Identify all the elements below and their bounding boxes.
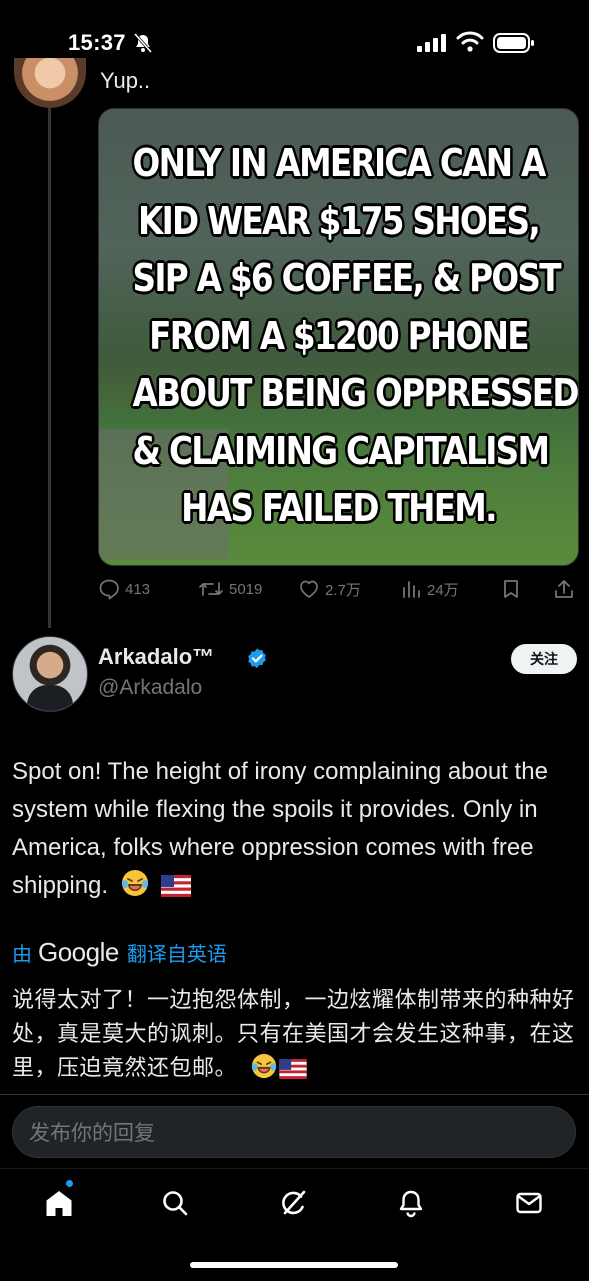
views-icon: [403, 581, 420, 598]
follow-button[interactable]: 关注: [511, 644, 577, 674]
thread-line: [48, 108, 51, 628]
verified-icon: [245, 647, 269, 676]
image-caption: ONLY IN AMERICA CAN A KID WEAR $175 SHOE…: [132, 135, 578, 538]
translation-suffix: 翻译自英语: [126, 941, 227, 966]
reply-input[interactable]: 发布你的回复: [12, 1106, 576, 1158]
tab-notifications[interactable]: [393, 1185, 429, 1221]
laughing-emoji-icon: [121, 869, 149, 909]
wifi-icon: [456, 31, 484, 58]
search-icon: [163, 1191, 188, 1216]
share-button[interactable]: [553, 578, 575, 600]
tab-grok[interactable]: [275, 1185, 311, 1221]
heart-icon: [300, 580, 318, 598]
status-bar: 15:37: [0, 0, 589, 86]
messages-icon: [516, 1192, 542, 1214]
signal-icon: [417, 34, 447, 57]
image-caption-line: ONLY IN AMERICA CAN A: [132, 141, 547, 185]
translated-text: 说得太对了！一边抱怨体制，一边炫耀体制带来的种种好处，真是莫大的讽刺。只有在美国…: [12, 984, 582, 1090]
image-caption-line: & CLAIMING CAPITALISM: [132, 428, 550, 473]
reply-author: Arkadalo™ @Arkadalo 关注: [12, 636, 577, 712]
post-image[interactable]: ONLY IN AMERICA CAN A KID WEAR $175 SHOE…: [98, 108, 579, 566]
avatar[interactable]: [12, 636, 88, 712]
laughing-emoji-icon: [251, 1053, 277, 1090]
bookmark-button[interactable]: [500, 578, 522, 600]
grok-icon: [282, 1190, 306, 1215]
divider: [0, 1094, 589, 1095]
image-caption-line: FROM A $1200 PHONE: [149, 313, 529, 358]
us-flag-icon: [278, 1056, 307, 1090]
post-body: Spot on! The height of irony complaining…: [12, 758, 548, 899]
image-caption-line: HAS FAILED THEM.: [181, 486, 497, 530]
like-count: 2.7万: [325, 581, 361, 599]
tab-search[interactable]: [157, 1185, 193, 1221]
translation-prefix: 由: [12, 941, 32, 966]
status-time: 15:37: [68, 30, 126, 55]
repost-button[interactable]: 5019: [198, 578, 262, 600]
post-text: Spot on! The height of irony complaining…: [12, 753, 582, 909]
reply-button[interactable]: 413: [98, 578, 150, 600]
notifications-icon: [399, 1190, 423, 1218]
bell-muted-icon: [133, 33, 153, 58]
reply-icon: [99, 579, 119, 600]
repost-count: 5019: [229, 580, 263, 598]
image-caption-line: ABOUT BEING OPPRESSED: [132, 371, 578, 415]
image-caption-line: SIP A $6 COFFEE, & POST: [132, 256, 562, 300]
battery-icon: [493, 32, 535, 59]
unread-indicator: [66, 1180, 73, 1187]
bookmark-icon: [504, 580, 518, 598]
google-logo: Google: [38, 936, 119, 967]
reply-placeholder: 发布你的回复: [29, 1121, 155, 1145]
view-count: 24万: [427, 581, 459, 599]
image-caption-line: KID WEAR $175 SHOES,: [137, 198, 541, 243]
repost-icon: [199, 582, 223, 596]
home-icon: [46, 1191, 72, 1216]
reply-count: 413: [125, 580, 151, 598]
us-flag-icon: [161, 871, 192, 909]
tab-messages[interactable]: [511, 1185, 547, 1221]
author-name[interactable]: Arkadalo™: [98, 644, 214, 670]
post-actions: 413 5019 2.7万 24万: [98, 578, 578, 604]
author-handle[interactable]: @Arkadalo: [98, 676, 202, 700]
views-button[interactable]: 24万: [400, 578, 459, 600]
tab-home[interactable]: [41, 1185, 77, 1221]
like-button[interactable]: 2.7万: [298, 578, 361, 600]
share-icon: [555, 580, 573, 598]
translation-attribution[interactable]: 由 Google 翻译自英语: [12, 935, 227, 969]
home-indicator[interactable]: [190, 1262, 398, 1268]
